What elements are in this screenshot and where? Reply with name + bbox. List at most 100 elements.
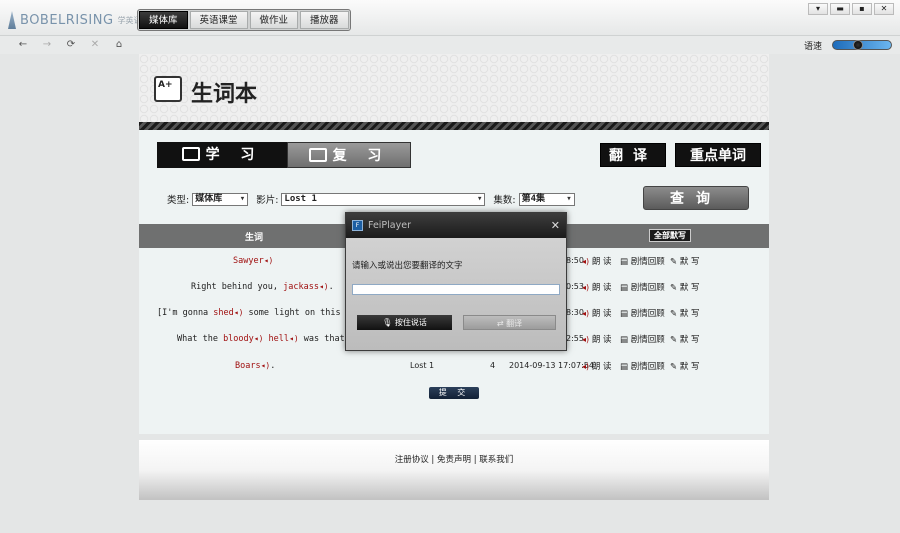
dictate-button[interactable]: ✎ 默 写 (670, 255, 700, 267)
dictate-all-button[interactable]: 全部默写 (649, 229, 691, 242)
vocab-word[interactable]: bloody (223, 334, 254, 344)
read-aloud-button[interactable]: ◂) 朗 读 (582, 360, 612, 372)
dictate-button[interactable]: ✎ 默 写 (670, 333, 700, 345)
hold-to-speak-button[interactable]: 🎙 按住说话 (357, 315, 452, 330)
show-label: 影片: (256, 195, 279, 206)
speaker-icon[interactable]: ◂) (289, 334, 299, 343)
plot-review-button[interactable]: ▤ 剧情回顾 (620, 281, 665, 293)
speaker-icon: ◂) (582, 309, 590, 318)
feiplayer-app-icon: F (352, 220, 363, 231)
translate-input[interactable] (352, 284, 560, 295)
page-footer: 注册协议 | 免责声明 | 联系我们 (139, 440, 769, 500)
show-select[interactable]: Lost 1 (281, 192, 486, 206)
plot-review-button[interactable]: ▤ 剧情回顾 (620, 360, 665, 372)
sentence: Boars◂). (235, 361, 276, 371)
tab-learn-label: 学 习 (205, 147, 263, 163)
episode-select[interactable]: 第4集 (518, 192, 575, 206)
minimize-icon[interactable]: ▬ (830, 3, 850, 15)
books-icon (308, 148, 327, 162)
pen-icon: ✎ (670, 362, 678, 372)
microphone-icon: 🎙 (382, 318, 393, 327)
dictate-button[interactable]: ✎ 默 写 (670, 360, 700, 372)
speaker-icon: ◂) (582, 362, 590, 371)
vocab-word[interactable]: hell (269, 334, 289, 344)
window-controls: ▾ ▬ ▪ ✕ (808, 3, 894, 15)
episode-label: 集数: (493, 195, 516, 206)
speaker-icon[interactable]: ◂) (254, 334, 264, 343)
speaker-icon: ◂) (582, 335, 590, 344)
translate-dialog: F FeiPlayer ✕ 请输入或说出您要翻译的文字 🎙 按住说话 ⇄ 翻译 (345, 212, 567, 351)
speaker-icon: ◂) (582, 283, 590, 292)
type-select[interactable]: 媒体库 (192, 192, 249, 206)
speaker-icon[interactable]: ◂) (234, 308, 244, 317)
pen-icon: ✎ (670, 257, 678, 267)
translate-button[interactable]: 翻译 (600, 143, 666, 167)
plot-review-button[interactable]: ▤ 剧情回顾 (620, 255, 665, 267)
read-aloud-button[interactable]: ◂) 朗 读 (582, 281, 612, 293)
episode-number: 4 (490, 361, 496, 370)
vocab-word[interactable]: jackass (283, 282, 319, 292)
query-button[interactable]: 查询 (643, 186, 749, 210)
filter-bar: 类型: 媒体库 影片: Lost 1 集数: 第4集 (167, 192, 583, 206)
dictate-button[interactable]: ✎ 默 写 (670, 307, 700, 319)
close-icon[interactable]: ✕ (874, 3, 894, 15)
plot-review-button[interactable]: ▤ 剧情回顾 (620, 307, 665, 319)
sentence: Sawyer◂) (233, 256, 273, 266)
forward-arrow-icon[interactable]: → (40, 38, 54, 52)
tab-homework[interactable]: 做作业 (249, 11, 299, 29)
top-navigation: 媒体库 英语课堂 做作业 播放器 (137, 9, 351, 31)
refresh-icon[interactable]: ⟳ (64, 38, 78, 52)
show-name: Lost 1 (410, 361, 435, 370)
read-aloud-button[interactable]: ◂) 朗 读 (582, 307, 612, 319)
sentence: What the bloody◂) hell◂) was that? (177, 334, 350, 344)
dialog-translate-button[interactable]: ⇄ 翻译 (463, 315, 556, 330)
speaker-icon[interactable]: ◂) (264, 256, 274, 265)
speed-slider-knob[interactable] (852, 40, 863, 50)
pen-icon: ✎ (670, 335, 678, 345)
page-title: 生词本 (191, 82, 258, 107)
plot-review-button[interactable]: ▤ 剧情回顾 (620, 333, 665, 345)
header-divider (139, 122, 769, 130)
type-label: 类型: (167, 195, 190, 206)
tab-player[interactable]: 播放器 (300, 11, 349, 29)
open-book-icon (181, 147, 200, 161)
speaker-icon[interactable]: ◂) (261, 361, 271, 370)
dialog-title-bar: F FeiPlayer ✕ (346, 213, 566, 238)
title-bar: BOBELRISING 学英语就（补楼） 媒体库 英语课堂 做作业 播放器 ▾ … (0, 0, 900, 36)
vocab-word[interactable]: shed (213, 308, 233, 318)
column-header-word: 生词 (245, 233, 264, 243)
submit-button[interactable]: 提 交 (429, 387, 479, 399)
app-brand: BOBELRISING (20, 12, 114, 28)
speaker-icon: ◂) (582, 257, 590, 266)
vocabulary-book-icon: A+ (154, 76, 182, 102)
speed-slider[interactable] (832, 40, 892, 50)
menu-dropdown-icon[interactable]: ▾ (808, 3, 828, 15)
tab-review[interactable]: 复 习 (287, 142, 411, 168)
film-icon: ▤ (620, 309, 629, 319)
tab-review-label: 复 习 (332, 148, 390, 164)
nav-toolbar: ← → ⟳ ✕ ⌂ 语速 (0, 36, 900, 54)
dialog-close-icon[interactable]: ✕ (551, 213, 560, 238)
maximize-icon[interactable]: ▪ (852, 3, 872, 15)
back-arrow-icon[interactable]: ← (16, 38, 30, 52)
stop-icon[interactable]: ✕ (88, 38, 102, 52)
table-row: Boars◂). Lost 1 4 2014-09-13 17:07:54 ◂)… (139, 354, 769, 380)
dialog-prompt: 请输入或说出您要翻译的文字 (352, 261, 463, 271)
film-icon: ▤ (620, 335, 629, 345)
read-aloud-button[interactable]: ◂) 朗 读 (582, 333, 612, 345)
read-aloud-button[interactable]: ◂) 朗 读 (582, 255, 612, 267)
home-icon[interactable]: ⌂ (112, 38, 126, 52)
key-words-button[interactable]: 重点单词 (675, 143, 761, 167)
tab-learn[interactable]: 学 习 (157, 142, 287, 168)
sentence: [I'm gonna shed◂) some light on this thi… (157, 308, 377, 318)
vocab-word[interactable]: Sawyer (233, 256, 264, 266)
speaker-icon[interactable]: ◂) (319, 282, 329, 291)
footer-links[interactable]: 注册协议 | 免责声明 | 联系我们 (139, 453, 769, 465)
tab-english-class[interactable]: 英语课堂 (189, 11, 248, 29)
tower-logo-icon (8, 11, 16, 29)
page-header: A+ 生词本 (139, 54, 769, 126)
pen-icon: ✎ (670, 309, 678, 319)
tab-media-library[interactable]: 媒体库 (139, 11, 188, 29)
vocab-word[interactable]: Boars (235, 361, 261, 371)
dictate-button[interactable]: ✎ 默 写 (670, 281, 700, 293)
